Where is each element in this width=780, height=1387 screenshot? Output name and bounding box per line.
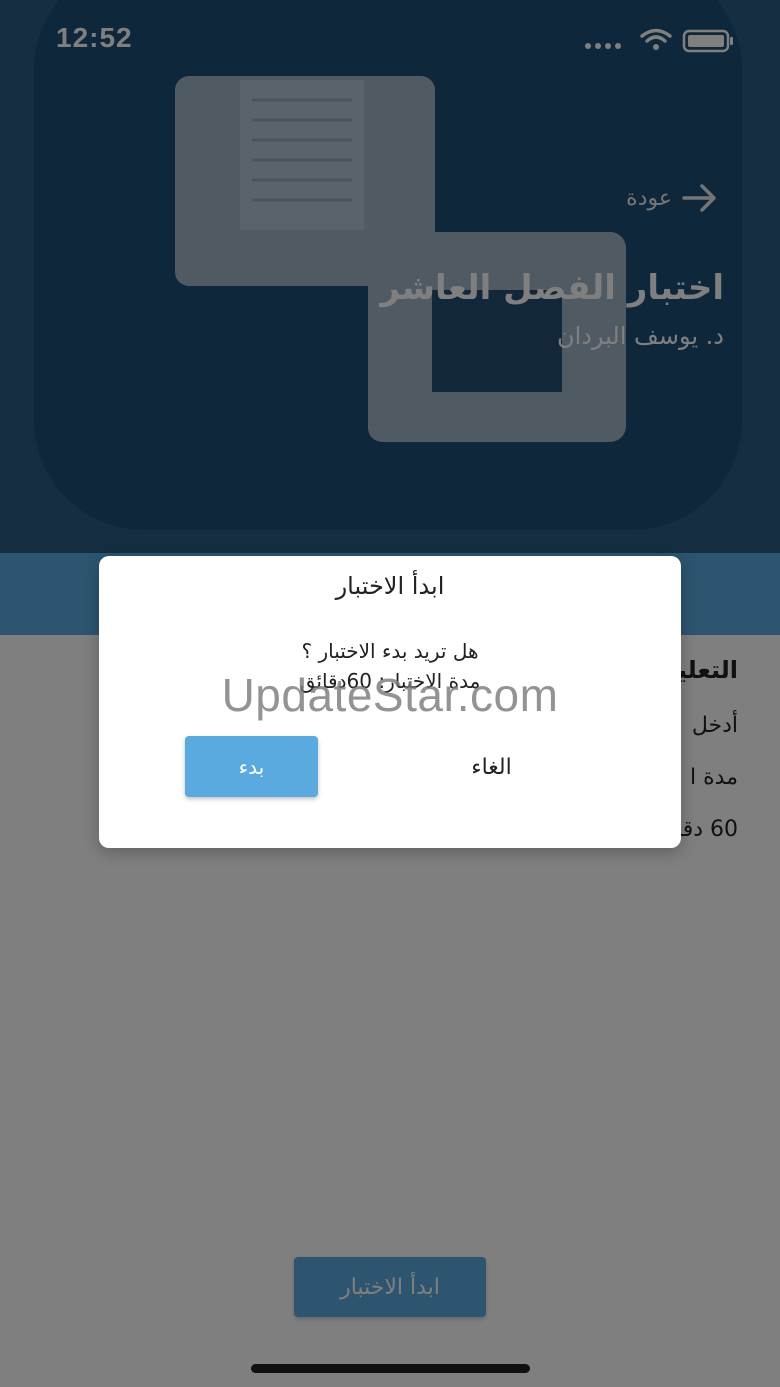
dialog-title: ابدأ الاختبار [335,572,445,600]
watermark: UpdateStar.com [221,669,559,721]
cancel-button[interactable]: الغاء [429,742,554,792]
home-indicator[interactable] [251,1364,530,1373]
dialog-question: هل تريد بدء الاختبار ؟ [301,639,479,663]
confirm-start-button[interactable]: بدء [185,736,318,797]
